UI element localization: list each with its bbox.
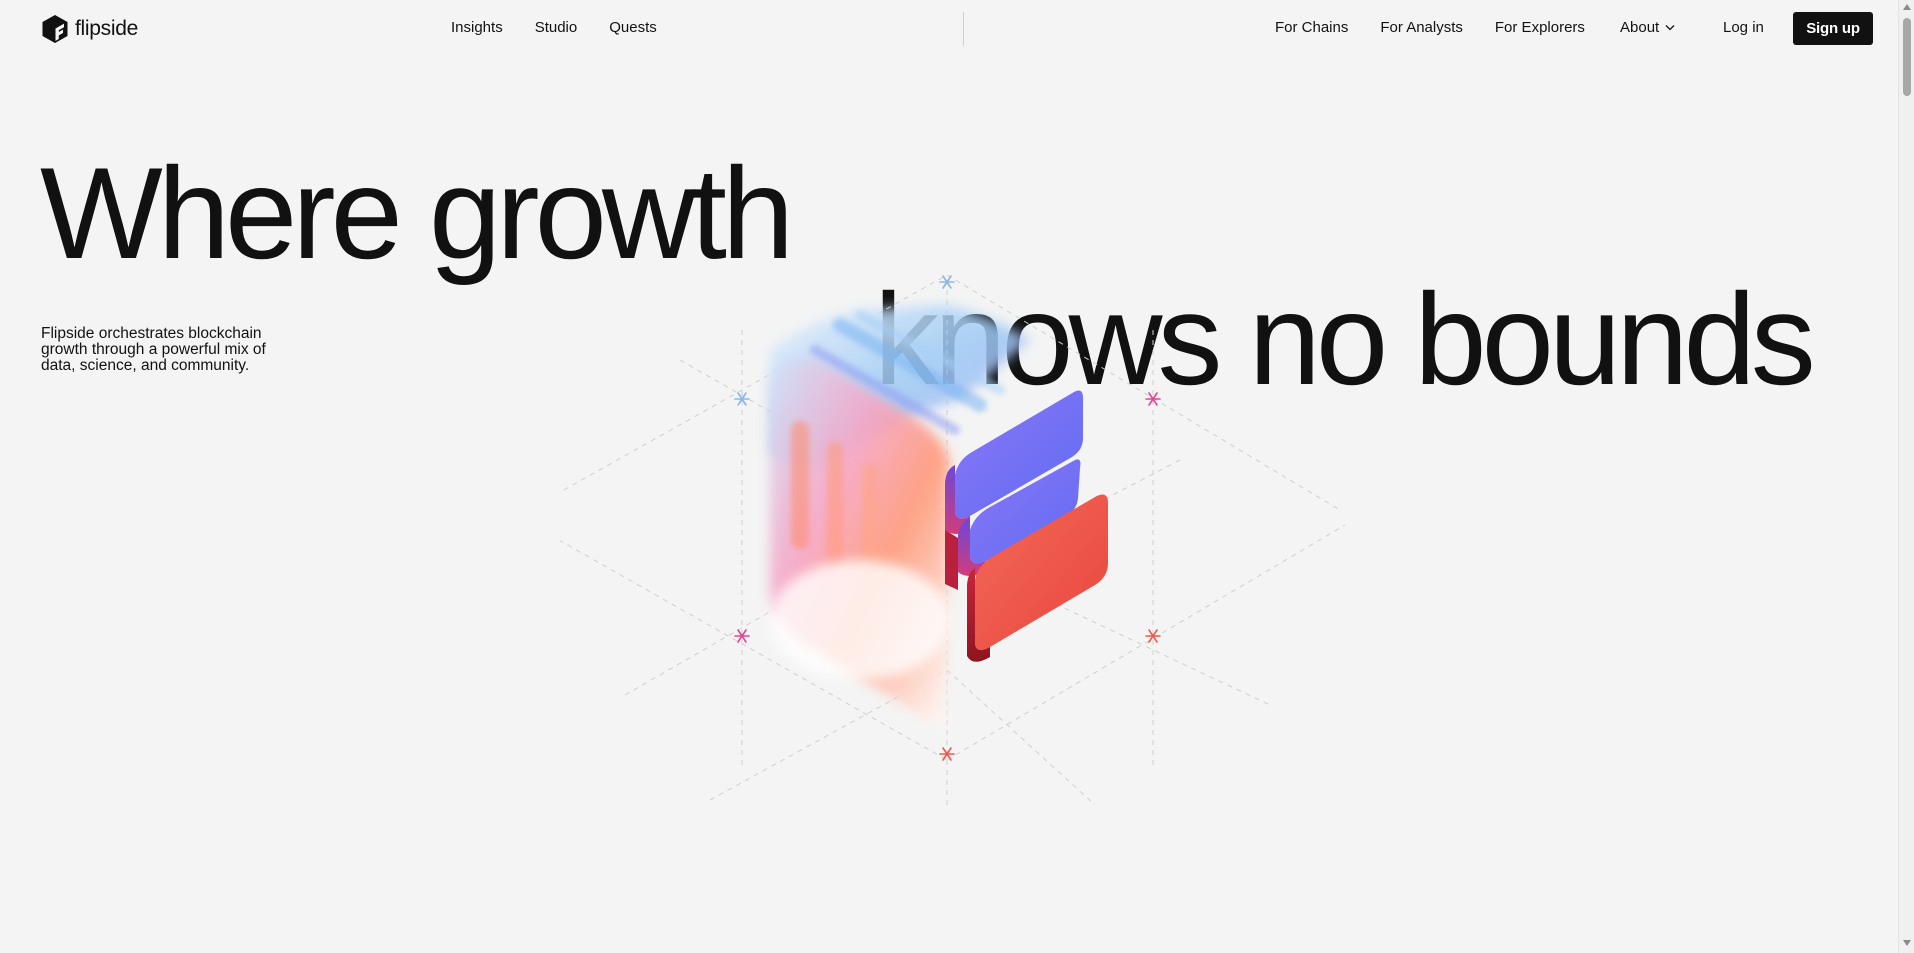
nav-divider bbox=[963, 12, 964, 46]
nav-link-for-chains[interactable]: For Chains bbox=[1275, 19, 1348, 36]
brand-name: flipside bbox=[75, 17, 138, 40]
scroll-thumb[interactable] bbox=[1903, 18, 1911, 96]
vertical-scrollbar[interactable] bbox=[1898, 0, 1914, 953]
nav-link-insights[interactable]: Insights bbox=[451, 19, 503, 36]
top-nav: flipside Insights Studio Quests For Chai… bbox=[0, 0, 1898, 58]
hero-description: Flipside orchestrates blockchain growth … bbox=[41, 324, 266, 374]
scroll-up-arrow-icon[interactable] bbox=[1903, 4, 1911, 10]
signup-button[interactable]: Sign up bbox=[1793, 12, 1873, 45]
nav-link-quests[interactable]: Quests bbox=[609, 19, 657, 36]
logo-link[interactable]: flipside bbox=[41, 13, 138, 45]
about-label: About bbox=[1620, 19, 1660, 36]
nav-link-studio[interactable]: Studio bbox=[535, 19, 578, 36]
3d-cube-logo-illustration bbox=[560, 274, 1346, 810]
chevron-down-icon bbox=[1665, 25, 1675, 31]
flipside-logo-icon bbox=[42, 15, 68, 43]
login-link[interactable]: Log in bbox=[1723, 19, 1764, 36]
audience-nav: For Chains For Analysts For Explorers bbox=[1275, 19, 1585, 36]
nav-link-for-analysts[interactable]: For Analysts bbox=[1380, 19, 1463, 36]
about-dropdown[interactable]: About bbox=[1620, 19, 1675, 36]
scroll-down-arrow-icon[interactable] bbox=[1903, 940, 1911, 946]
primary-nav: Insights Studio Quests bbox=[451, 19, 657, 36]
page: flipside Insights Studio Quests For Chai… bbox=[0, 0, 1914, 953]
nav-link-for-explorers[interactable]: For Explorers bbox=[1495, 19, 1585, 36]
hero-headline-line-1: Where growth bbox=[40, 140, 794, 286]
